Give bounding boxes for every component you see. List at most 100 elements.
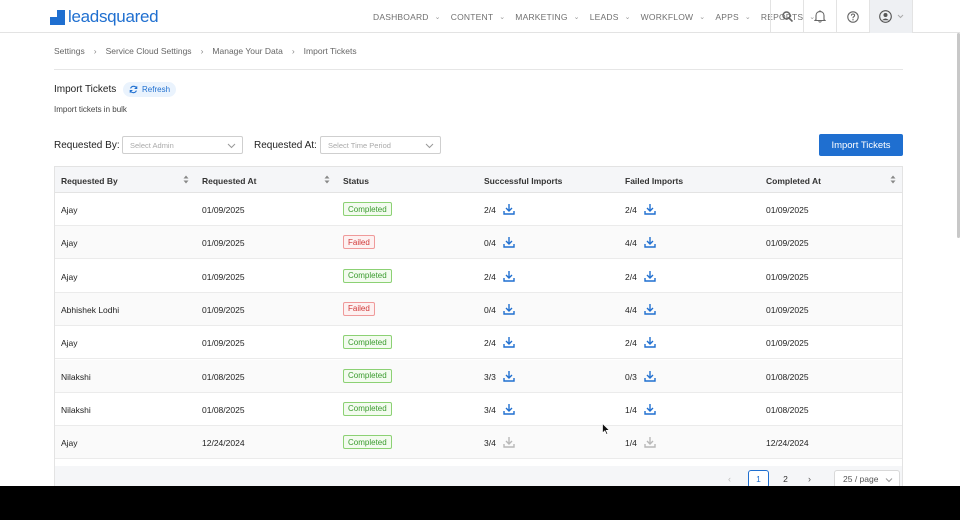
requested-by-placeholder: Select Admin bbox=[130, 140, 174, 150]
sort-icon[interactable] bbox=[183, 174, 189, 185]
download-icon[interactable] bbox=[503, 302, 515, 315]
status-badge: Completed bbox=[343, 435, 392, 450]
nav-item-label: LEADS bbox=[589, 11, 619, 22]
requested-at-placeholder: Select Time Period bbox=[328, 140, 391, 150]
download-icon[interactable] bbox=[644, 269, 656, 282]
status-badge: Completed bbox=[343, 202, 392, 216]
sort-icon[interactable] bbox=[890, 174, 896, 185]
search-icon[interactable] bbox=[770, 0, 803, 33]
table-header: Requested By Requested At Status Success… bbox=[55, 167, 902, 193]
successful-imports-cell: 0/4 bbox=[484, 304, 496, 315]
status-badge: Completed bbox=[343, 401, 392, 416]
breadcrumb-manage-your-data[interactable]: Manage Your Data bbox=[212, 46, 282, 56]
chevron-down-icon bbox=[425, 143, 434, 149]
requested-at-cell: 01/08/2025 bbox=[202, 371, 245, 382]
requested-at-cell: 01/09/2025 bbox=[202, 271, 245, 282]
nav-item-dashboard[interactable]: DASHBOARD ⌄ bbox=[368, 0, 446, 33]
download-icon[interactable] bbox=[503, 402, 515, 415]
download-icon[interactable] bbox=[644, 369, 656, 382]
download-icon[interactable] bbox=[503, 335, 515, 348]
refresh-label: Refresh bbox=[142, 85, 171, 94]
requested-at-select[interactable]: Select Time Period bbox=[320, 136, 441, 154]
failed-imports-cell: 0/3 bbox=[625, 371, 637, 382]
requested-by-cell: Nilakshi bbox=[61, 371, 91, 382]
table-row[interactable]: Ajay 01/09/2025 Completed 2/4 2/4 01/09/2025 bbox=[55, 326, 902, 360]
prev-page-icon[interactable]: ‹ bbox=[728, 474, 731, 484]
download-icon[interactable] bbox=[644, 235, 656, 248]
completed-at-cell: 01/09/2025 bbox=[766, 304, 809, 315]
divider bbox=[54, 69, 903, 70]
column-header-successful-imports: Successful Imports bbox=[484, 176, 563, 186]
next-page-icon[interactable]: › bbox=[808, 474, 811, 484]
status-badge: Failed bbox=[343, 301, 375, 316]
successful-imports-cell: 0/4 bbox=[484, 238, 496, 249]
table-row[interactable]: Ajay 01/09/2025 Completed 2/4 2/4 01/09/2025 bbox=[55, 193, 902, 226]
breadcrumb-settings[interactable]: Settings bbox=[54, 46, 85, 56]
completed-at-cell: 12/24/2024 bbox=[766, 438, 809, 449]
help-icon[interactable] bbox=[836, 0, 869, 33]
leadsquared-logo[interactable]: leadsquared bbox=[50, 7, 159, 26]
nav-item-workflow[interactable]: WORKFLOW ⌄ bbox=[636, 0, 711, 33]
page-size-select[interactable]: 25 / page bbox=[834, 470, 900, 486]
download-icon[interactable] bbox=[644, 435, 656, 448]
completed-at-cell: 01/09/2025 bbox=[766, 205, 809, 215]
completed-at-cell: 01/08/2025 bbox=[766, 371, 809, 382]
nav-icons bbox=[770, 0, 913, 33]
successful-imports-cell: 3/4 bbox=[484, 438, 496, 449]
download-icon[interactable] bbox=[503, 269, 515, 282]
user-menu[interactable] bbox=[869, 0, 913, 33]
table-row[interactable]: Ajay 01/09/2025 Failed 0/4 4/4 01/09/2025 bbox=[55, 226, 902, 260]
status-badge: Completed bbox=[343, 335, 392, 350]
chevron-down-icon bbox=[885, 478, 893, 483]
nav-item-apps[interactable]: APPS ⌄ bbox=[710, 0, 756, 33]
chevron-down-icon bbox=[227, 143, 236, 149]
nav-item-label: MARKETING bbox=[515, 11, 568, 22]
logo-mark-icon bbox=[50, 9, 65, 25]
requested-by-label: Requested By: bbox=[54, 140, 120, 151]
download-icon[interactable] bbox=[644, 202, 656, 215]
refresh-button[interactable]: Refresh bbox=[123, 82, 177, 97]
download-icon[interactable] bbox=[503, 202, 515, 215]
requested-by-select[interactable]: Select Admin bbox=[122, 136, 243, 154]
requested-at-cell: 12/24/2024 bbox=[202, 438, 245, 449]
download-icon[interactable] bbox=[503, 435, 515, 448]
download-icon[interactable] bbox=[644, 335, 656, 348]
column-header-requested-at[interactable]: Requested At bbox=[202, 176, 256, 186]
bell-icon[interactable] bbox=[803, 0, 836, 33]
logo-text: leadsquared bbox=[68, 7, 159, 26]
nav-item-content[interactable]: CONTENT ⌄ bbox=[446, 0, 511, 33]
nav-item-marketing[interactable]: MARKETING ⌄ bbox=[510, 0, 584, 33]
download-icon[interactable] bbox=[644, 302, 656, 315]
page-2-button[interactable]: 2 bbox=[775, 470, 796, 486]
chevron-down-icon bbox=[897, 14, 903, 19]
requested-by-cell: Nilakshi bbox=[61, 404, 91, 415]
chevron-down-icon: ⌄ bbox=[573, 13, 580, 21]
status-badge: Completed bbox=[343, 368, 392, 383]
chevron-down-icon: ⌄ bbox=[499, 13, 506, 21]
user-icon bbox=[878, 10, 892, 23]
table-row[interactable]: Ajay 01/09/2025 Completed 2/4 2/4 01/09/2025 bbox=[55, 259, 902, 293]
download-icon[interactable] bbox=[503, 369, 515, 382]
nav-item-label: APPS bbox=[715, 11, 739, 22]
table-row[interactable]: Nilakshi 01/08/2025 Completed 3/4 1/4 01/08/2… bbox=[55, 392, 902, 426]
pagination: ‹ 1 2 › 25 / page bbox=[55, 466, 902, 486]
column-header-requested-by[interactable]: Requested By bbox=[61, 176, 118, 186]
column-header-completed-at[interactable]: Completed At bbox=[766, 176, 821, 186]
requested-at-cell: 01/09/2025 bbox=[202, 304, 245, 315]
nav-item-leads[interactable]: LEADS ⌄ bbox=[585, 0, 636, 33]
failed-imports-cell: 1/4 bbox=[625, 404, 637, 415]
table-row[interactable]: Abhishek Lodhi 01/09/2025 Failed 0/4 4/4 01/0… bbox=[55, 292, 902, 326]
completed-at-cell: 01/09/2025 bbox=[766, 338, 809, 349]
sort-icon[interactable] bbox=[324, 174, 330, 185]
download-icon[interactable] bbox=[644, 402, 656, 415]
top-navbar: leadsquared DASHBOARD ⌄ CONTENT ⌄ MARKETING ⌄… bbox=[0, 0, 960, 33]
table-row[interactable]: Nilakshi 01/08/2025 Completed 3/3 0/3 01/08/2… bbox=[55, 359, 902, 393]
breadcrumb-service-cloud-settings[interactable]: Service Cloud Settings bbox=[106, 46, 192, 56]
app-window: leadsquared DASHBOARD ⌄ CONTENT ⌄ MARKETING ⌄… bbox=[0, 0, 960, 486]
download-icon[interactable] bbox=[503, 235, 515, 248]
table-row[interactable]: Ajay 12/24/2024 Completed 3/4 1/4 12/24/2024 bbox=[55, 426, 902, 460]
import-tickets-button[interactable]: Import Tickets bbox=[819, 134, 903, 156]
failed-imports-cell: 2/4 bbox=[625, 205, 637, 215]
page-1-button[interactable]: 1 bbox=[748, 470, 769, 486]
failed-imports-cell: 4/4 bbox=[625, 304, 637, 315]
